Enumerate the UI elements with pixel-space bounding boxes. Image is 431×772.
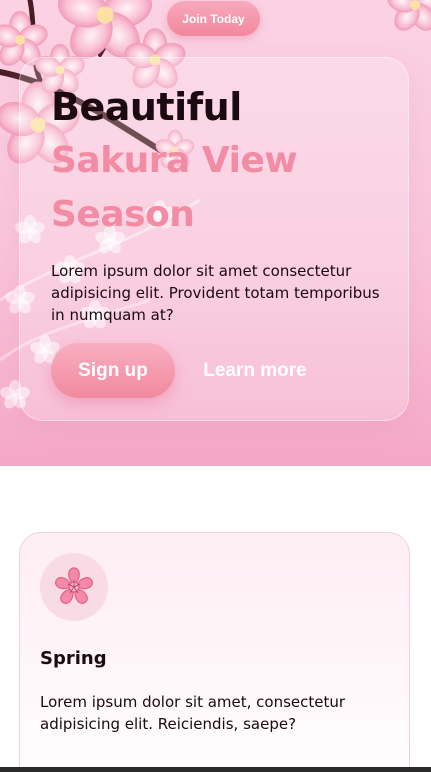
- feature-description: Lorem ipsum dolor sit amet, consectetur …: [40, 693, 346, 733]
- hero-section: Join Today Beautiful Sakura View Season …: [0, 0, 431, 466]
- hero-title-line-3: Season: [51, 194, 195, 235]
- hero-title-line-2: Sakura View: [51, 140, 298, 181]
- sign-up-button[interactable]: Sign up: [51, 343, 175, 398]
- join-today-button[interactable]: Join Today: [167, 1, 260, 36]
- hero-title-line-1: Beautiful: [51, 85, 242, 129]
- feature-icon-container: [40, 553, 108, 621]
- sakura-flower-icon: [55, 567, 93, 604]
- feature-title: Spring: [40, 648, 107, 669]
- learn-more-button[interactable]: Learn more: [188, 343, 322, 398]
- hero-description: Lorem ipsum dolor sit amet consectetur a…: [51, 262, 380, 324]
- bottom-edge-bar: [0, 767, 431, 772]
